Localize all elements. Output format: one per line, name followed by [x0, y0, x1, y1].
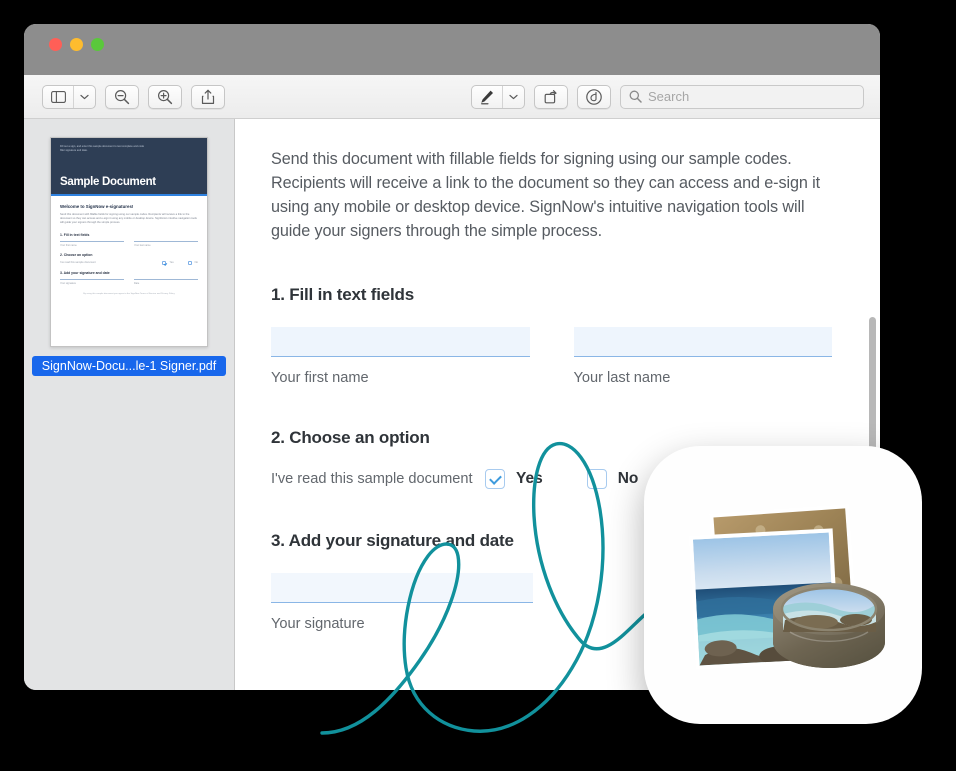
checkbox-no-label: No [617, 470, 639, 487]
thumbnail-field-label: Your signature [60, 281, 77, 285]
annotate-button[interactable] [577, 84, 611, 109]
thumbnail-footer: By using this sample document you agree … [83, 292, 175, 295]
markup-pen-button[interactable] [472, 86, 502, 108]
thumbnail-body: Welcome to SignNow e-signatures! Send th… [51, 196, 207, 303]
checkbox-no[interactable] [586, 469, 607, 489]
first-name-input[interactable] [271, 327, 530, 357]
thumbnail-heading: Welcome to SignNow e-signatures! [60, 204, 134, 209]
thumbnail-option-label: I've read this sample document [60, 261, 96, 265]
preview-app-icon-art [688, 504, 885, 670]
zoom-out-icon [114, 89, 130, 104]
magnifier-loupe [773, 583, 885, 668]
window-toolbar: Search [24, 75, 880, 119]
thumbnail-field: Date [134, 278, 198, 285]
preview-app-icon[interactable] [644, 446, 922, 724]
thumbnail-title: Sample Document [60, 176, 156, 188]
thumbnail-field-label: Your last name [134, 243, 151, 247]
checkbox-yes-label: Yes [516, 470, 543, 487]
traffic-lights [49, 38, 104, 51]
chevron-down-icon [80, 94, 89, 99]
maximize-button[interactable] [91, 38, 104, 51]
zoom-in-button[interactable] [148, 84, 182, 109]
search-icon [629, 90, 642, 103]
share-button[interactable] [191, 84, 225, 109]
sidebar-view-icon [50, 90, 66, 103]
step-1-heading: 1. Fill in text fields [271, 285, 414, 304]
thumbnail-choice-no: No [194, 261, 198, 265]
option-prompt-label: I've read this sample document [271, 471, 473, 487]
last-name-label: Your last name [573, 370, 671, 386]
thumbnail-fields-row: Your first name Your last name [60, 240, 198, 247]
thumbnail-checkbox-yes [162, 260, 167, 265]
thumbnail-header: Fill out a sign, and enter this sample d… [51, 138, 207, 194]
last-name-input[interactable] [573, 327, 832, 357]
choice-yes-group[interactable]: Yes [485, 469, 543, 489]
thumbnail-field: Your last name [134, 240, 198, 247]
signature-input[interactable] [271, 573, 533, 603]
thumbnail-field-label: Your first name [60, 243, 77, 247]
thumbnail-field-line [134, 240, 198, 242]
thumbnail-filename-label[interactable]: SignNow-Docu...le-1 Signer.pdf [32, 356, 226, 376]
thumbnail-section-1: 1. Fill in text fields [60, 232, 90, 237]
toolbar-right-group: Search [471, 84, 864, 109]
thumbnail-field: Your signature [60, 278, 124, 285]
markup-menu-button[interactable] [502, 85, 524, 108]
thumbnail-checkbox-no [187, 260, 192, 265]
choice-no-group[interactable]: No [586, 469, 639, 489]
thumbnail-field-line [134, 278, 198, 280]
thumbnail-kicker: Fill out a sign, and enter this sample d… [60, 145, 145, 152]
thumbnail-section-3: 3. Add your signature and date [60, 270, 110, 275]
thumbnail-sidebar: Fill out a sign, and enter this sample d… [24, 119, 235, 690]
checkbox-yes[interactable] [485, 469, 505, 489]
document-intro-paragraph: Send this document with fillable fields … [271, 150, 821, 240]
first-name-label: Your first name [271, 370, 369, 386]
sidebar-view-button[interactable] [43, 86, 73, 108]
sidebar-toggle-group[interactable] [42, 84, 96, 109]
thumbnail-field-line [60, 240, 124, 242]
close-button[interactable] [49, 38, 62, 51]
thumbnail-section-2: 2. Choose an option [60, 252, 93, 257]
thumbnail-option-row: I've read this sample document Yes No [60, 260, 198, 265]
thumbnail-field-label: Date [134, 281, 140, 285]
step-1-fields: Your first name Your last name [271, 327, 832, 386]
chevron-down-icon [509, 94, 518, 99]
thumbnail-field: Your first name [60, 240, 124, 247]
thumbnail-field-line [60, 278, 124, 280]
markup-pen-icon [481, 90, 493, 104]
search-input[interactable]: Search [620, 84, 864, 109]
window-titlebar[interactable] [24, 24, 880, 75]
zoom-in-icon [157, 89, 173, 104]
search-placeholder: Search [648, 89, 690, 104]
zoom-out-button[interactable] [105, 84, 139, 109]
markup-toggle-group[interactable] [471, 84, 525, 109]
thumbnail-item[interactable]: Fill out a sign, and enter this sample d… [32, 137, 226, 376]
page-thumbnail[interactable]: Fill out a sign, and enter this sample d… [50, 137, 208, 347]
sidebar-menu-button[interactable] [73, 85, 95, 108]
thumbnail-sig-row: Your signature Date [60, 278, 198, 285]
minimize-button[interactable] [70, 38, 83, 51]
first-name-field-group: Your first name [271, 327, 530, 386]
toolbar-left-group [42, 84, 225, 109]
last-name-field-group: Your last name [573, 327, 832, 386]
thumbnail-choice-yes: Yes [169, 261, 174, 265]
rotate-icon [544, 89, 557, 103]
step-2-heading: 2. Choose an option [271, 428, 430, 447]
screenshot-stage: Search Fill out a sign, and enter this s… [0, 0, 956, 771]
rotate-button[interactable] [534, 84, 568, 109]
annotate-icon [586, 88, 602, 105]
share-icon [201, 89, 215, 104]
thumbnail-paragraph: Send this document with fillable fields … [60, 213, 197, 225]
